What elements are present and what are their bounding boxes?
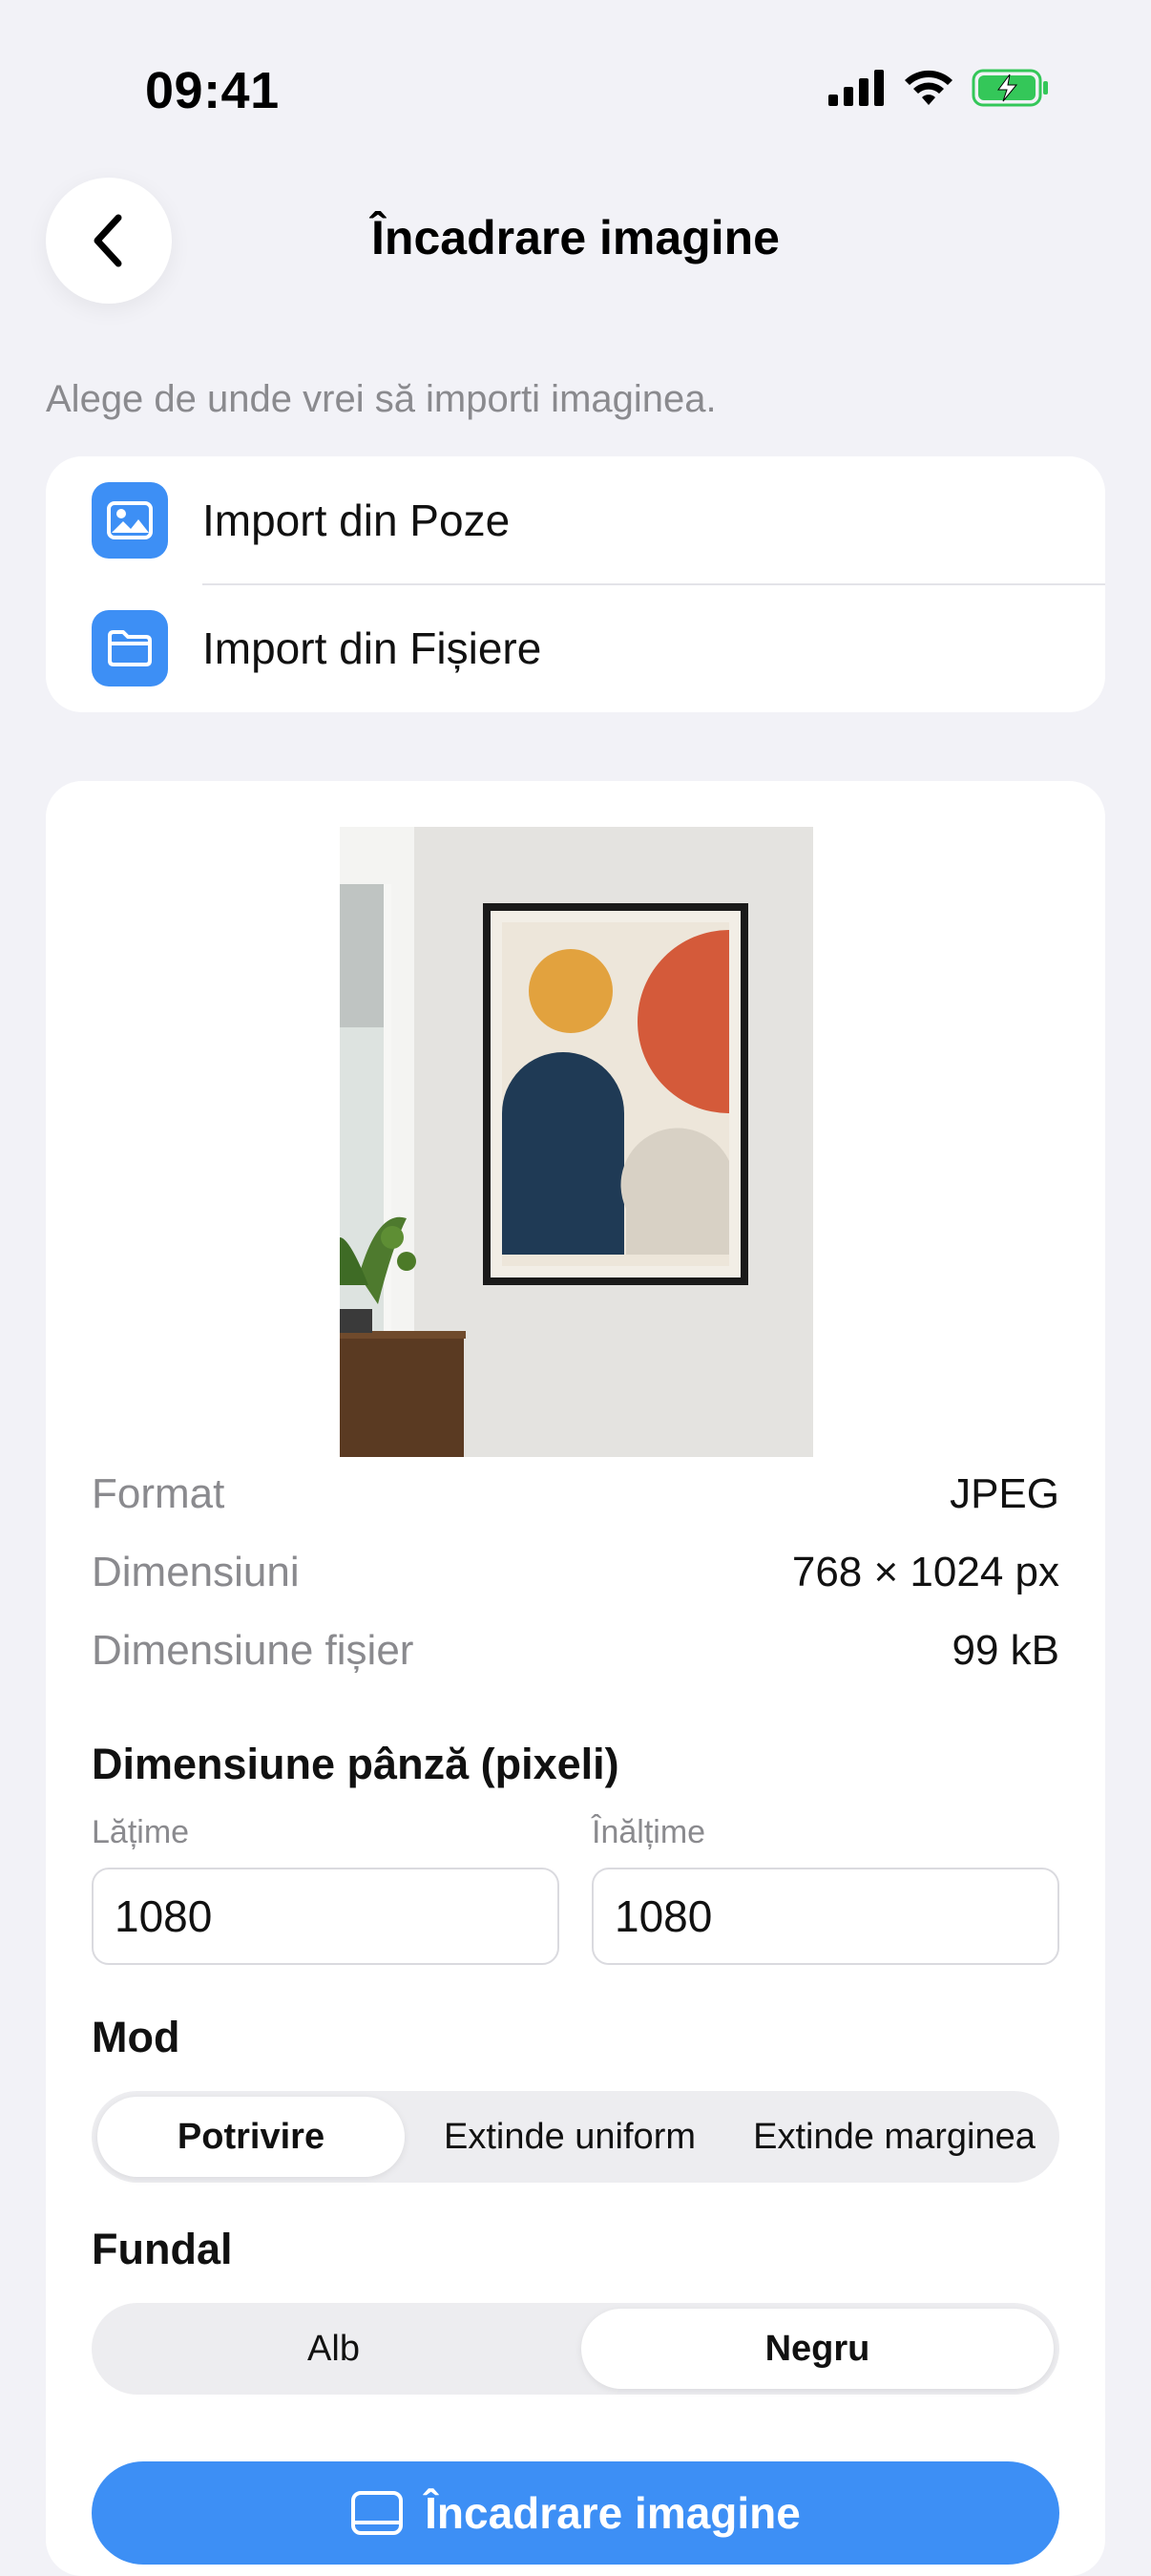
info-row-dimensions: Dimensiuni 768 × 1024 px [92,1539,1059,1606]
image-details-card: Format JPEG Dimensiuni 768 × 1024 px Dim… [46,781,1105,2576]
wifi-icon [905,70,952,105]
background-option-black[interactable]: Negru [581,2309,1054,2389]
mode-segmented-control: Potrivire Extinde uniform Extinde margin… [92,2091,1059,2183]
import-hint: Alege de unde vrei să importi imaginea. [46,378,717,420]
mode-option-extend-uniform[interactable]: Extinde uniform [416,2097,723,2177]
frame-icon [351,2491,404,2535]
info-value: 768 × 1024 px [791,1549,1059,1595]
width-field[interactable]: 1080 [92,1868,559,1965]
info-value: 99 kB [952,1627,1059,1674]
info-key: Dimensiuni [92,1549,300,1595]
photo-icon [92,482,168,559]
cellular-signal-icon [828,70,884,106]
folder-icon [92,610,168,686]
mode-title: Mod [92,2013,180,2061]
info-key: Dimensiune fișier [92,1627,414,1674]
image-preview [340,827,813,1457]
import-from-photos-row[interactable]: Import din Poze [46,456,1105,584]
background-title: Fundal [92,2225,233,2273]
width-label: Lățime [92,1814,190,1850]
background-segmented-control: Alb Negru [92,2303,1059,2395]
background-option-white[interactable]: Alb [97,2309,570,2389]
battery-charging-icon [972,69,1048,107]
canvas-size-title: Dimensiune pânză (pixeli) [92,1740,619,1788]
mode-option-fit[interactable]: Potrivire [97,2097,405,2177]
info-row-file-size: Dimensiune fișier 99 kB [92,1617,1059,1684]
frame-image-button-label: Încadrare imagine [425,2488,801,2538]
import-from-photos-label: Import din Poze [202,496,511,545]
mode-option-extend-edge[interactable]: Extinde marginea [735,2097,1054,2177]
info-row-format: Format JPEG [92,1461,1059,1528]
import-from-files-label: Import din Fișiere [202,623,542,673]
info-value: JPEG [950,1470,1059,1517]
height-field[interactable]: 1080 [592,1868,1059,1965]
import-from-files-row[interactable]: Import din Fișiere [46,584,1105,712]
status-icons [828,69,1050,107]
status-time: 09:41 [145,62,280,119]
info-key: Format [92,1470,225,1517]
height-label: Înălțime [592,1814,706,1850]
import-options-card: Import din Poze Import din Fișiere [46,456,1105,712]
page-title: Încadrare imagine [371,211,780,264]
frame-image-button[interactable]: Încadrare imagine [92,2461,1059,2565]
